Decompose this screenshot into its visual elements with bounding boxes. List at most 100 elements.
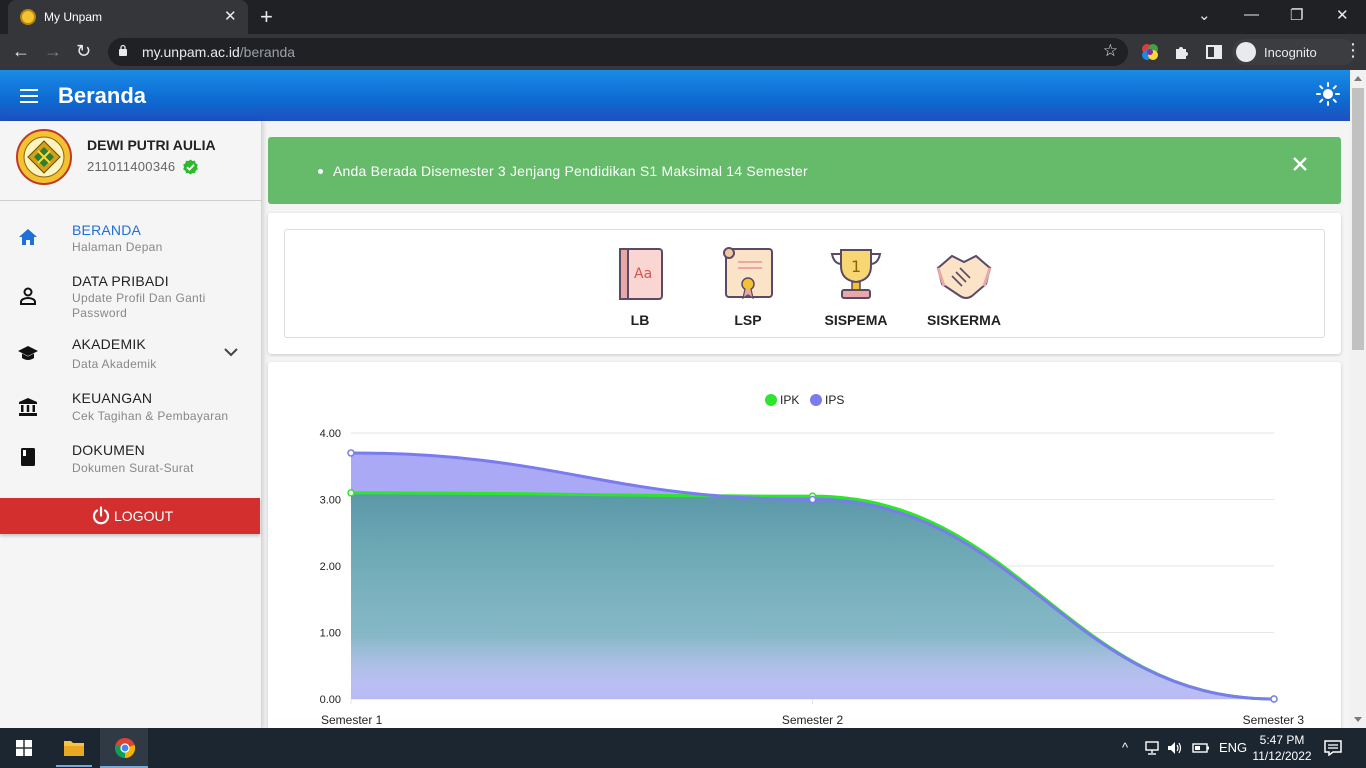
explorer-running-indicator [56,765,92,767]
user-name: DEWI PUTRI AULIA [87,137,216,153]
shortcut-lb[interactable]: Aa LB [595,246,685,328]
lock-icon [119,44,127,56]
theme-toggle-sun-icon[interactable] [1316,82,1340,106]
sidebar-item-sublabel: Update Profil Dan Ganti Password [72,291,206,320]
logout-button[interactable]: LOGOUT [0,498,260,534]
tab-title: My Unpam [44,10,103,24]
shortcut-siskerma[interactable]: SISKERMA [919,246,1009,328]
chart-y-tick-label: 2.00 [320,561,341,573]
chrome-icon [114,738,136,759]
new-tab-icon[interactable]: + [260,4,273,30]
sidebar-item-label: KEUANGAN [72,390,153,406]
minimize-icon[interactable]: — [1244,6,1259,23]
browser-tab-strip: My Unpam ✕ + ⌄ — ❐ ✕ [0,0,1366,34]
network-icon[interactable] [1144,741,1160,755]
alert-message: Anda Berada Disemester 3 Jenjang Pendidi… [333,163,808,179]
power-icon [92,506,110,525]
legend-swatch-ips [810,394,822,406]
color-extension-icon[interactable] [1141,43,1159,61]
chart-y-tick-label: 1.00 [320,628,341,640]
browser-toolbar: ← → ↻ my.unpam.ac.id/beranda ☆ Incognito… [0,34,1366,70]
unpam-logo-avatar [16,129,72,185]
sidebar-item-dokumen[interactable]: DOKUMEN Dokumen Surat-Surat [0,439,262,491]
shortcuts-card: Aa LB LSP 1 SISPEMA SISKERMA [268,213,1341,354]
alert-bullet [318,169,323,174]
svg-text:1: 1 [851,257,861,276]
home-icon [19,229,37,245]
extensions-puzzle-icon[interactable] [1173,43,1191,61]
tab-close-icon[interactable]: ✕ [224,7,237,25]
forward-arrow-icon[interactable]: → [44,41,62,62]
incognito-profile-button[interactable]: Incognito [1232,39,1356,65]
volume-icon[interactable] [1167,741,1183,755]
reload-icon[interactable]: ↻ [76,41,91,62]
sidebar-item-akademik[interactable]: AKADEMIK Data Akademik [0,333,262,385]
verified-badge-icon [183,159,198,175]
chart-x-tick-label: Semester 2 [782,713,844,727]
sidebar-item-sublabel: Halaman Depan [72,240,163,254]
back-arrow-icon[interactable]: ← [12,41,30,62]
window-close-icon[interactable]: ✕ [1336,6,1349,24]
sidebar-item-beranda[interactable]: BERANDA Halaman Depan [0,217,262,269]
legend-label-ips: IPS [825,393,844,407]
url-text: my.unpam.ac.id/beranda [142,44,295,60]
notification-center-icon[interactable] [1324,740,1342,756]
clock-date: 11/12/2022 [1252,749,1312,763]
ipk-area [351,492,1274,699]
sidebar-item-keuangan[interactable]: KEUANGAN Cek Tagihan & Pembayaran [0,387,262,439]
scroll-down-arrow-icon[interactable] [1354,717,1362,722]
sidebar-item-sublabel: Cek Tagihan & Pembayaran [72,409,229,423]
handshake-icon [936,254,992,299]
shortcut-label: LB [630,312,650,328]
sidebar-item-label: DOKUMEN [72,442,145,458]
chart-point-ips [347,449,355,457]
sidebar-item-label: BERANDA [72,222,142,238]
scroll-up-arrow-icon[interactable] [1354,76,1362,81]
chart-x-tick-label: Semester 1 [321,713,383,727]
scrollbar-thumb[interactable] [1352,88,1364,350]
user-nim: 211011400346 [87,159,176,174]
windows-start-icon[interactable] [16,740,32,756]
chart-y-tick-label: 0.00 [320,694,341,706]
browser-tab[interactable]: My Unpam ✕ [8,0,248,34]
shortcut-lsp[interactable]: LSP [703,246,793,328]
shortcut-sispema[interactable]: 1 SISPEMA [811,246,901,328]
chart-x-tick-label: Semester 3 [1243,713,1305,727]
chrome-taskbar-button[interactable] [100,728,148,768]
graduation-cap-icon [18,346,38,360]
tray-chevron-up-icon[interactable]: ^ [1122,740,1128,755]
address-bar[interactable]: my.unpam.ac.id/beranda ☆ [108,38,1128,66]
page-scrollbar[interactable] [1350,70,1366,728]
taskbar-clock[interactable]: 5:47 PM 11/12/2022 [1252,732,1312,764]
clock-time: 5:47 PM [1259,733,1305,747]
chart-point-ipk [347,489,355,497]
alert-close-icon[interactable] [1290,154,1310,174]
chevron-down-icon[interactable] [224,347,238,357]
bookmark-star-icon[interactable]: ☆ [1103,41,1118,61]
sidebar-item-data-pribadi[interactable]: DATA PRIBADI Update Profil Dan Ganti Pas… [0,269,262,325]
tab-search-chevron-icon[interactable]: ⌄ [1198,6,1211,24]
input-language-indicator[interactable]: ENG [1219,740,1247,755]
restore-icon[interactable]: ❐ [1290,6,1303,24]
shortcut-label: LSP [734,312,762,328]
browser-menu-icon[interactable]: ⋮ [1344,40,1362,61]
grade-chart-card: 4.00 3.00 2.00 1.00 0.00 Semester 1 Semester 2… [268,362,1341,742]
shortcuts-panel: Aa LB LSP 1 SISPEMA SISKERMA [284,229,1325,338]
side-panel-icon[interactable] [1205,43,1223,61]
windows-taskbar: ^ ENG 5:47 PM 11/12/2022 [0,728,1366,768]
sidebar-item-label: AKADEMIK [72,336,146,352]
dictionary-book-icon: Aa [619,248,663,300]
grade-area-chart: 4.00 3.00 2.00 1.00 0.00 Semester 1 Semester 2… [320,393,1305,727]
hamburger-menu-icon[interactable] [20,89,38,103]
person-icon [20,287,36,305]
app-header: Beranda [0,70,1350,121]
sidebar: DEWI PUTRI AULIA 211011400346 BERANDA Ha… [0,121,262,728]
book-icon [21,448,35,466]
file-explorer-icon[interactable] [63,738,85,758]
sidebar-item-label: DATA PRIBADI [72,273,169,289]
chart-point-ips [1270,695,1278,703]
semester-alert: Anda Berada Disemester 3 Jenjang Pendidi… [268,137,1341,204]
battery-icon[interactable] [1192,742,1210,754]
bank-icon [19,398,37,416]
incognito-icon [1236,42,1256,62]
